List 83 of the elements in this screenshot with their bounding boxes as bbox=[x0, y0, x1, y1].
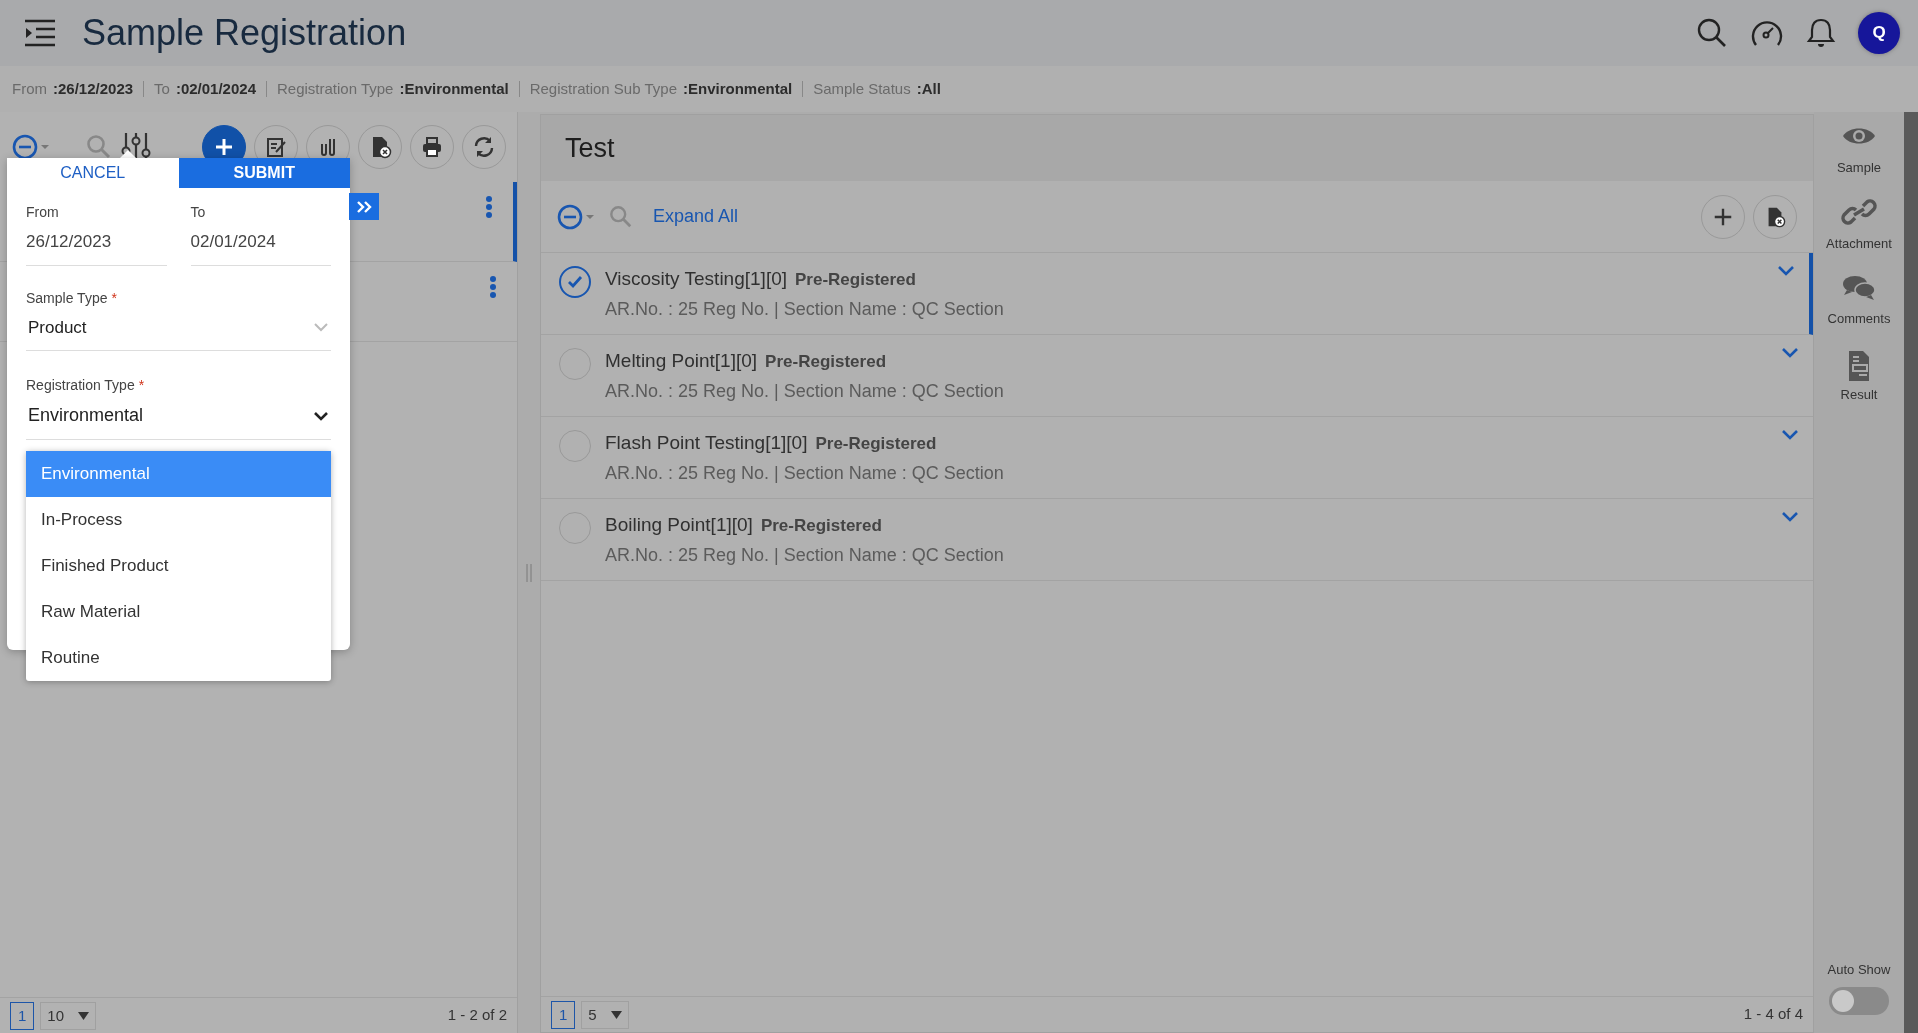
sidebar-item[interactable]: Comments bbox=[1827, 273, 1891, 329]
date-field[interactable]: 02/01/2024 bbox=[190, 223, 331, 266]
page-number[interactable]: 1 bbox=[10, 1001, 35, 1030]
kebab-menu-icon[interactable] bbox=[489, 276, 497, 298]
test-status: Pre-Registered bbox=[815, 433, 937, 455]
test-row[interactable]: Flash Point Testing[1][0] Pre-Registered AR.No. : 25 Reg No. | Section Name : QC Section bbox=[541, 417, 1813, 499]
date-field[interactable]: 26/12/2023 bbox=[26, 223, 167, 266]
search-icon[interactable] bbox=[86, 134, 112, 160]
expand-panel-button[interactable] bbox=[349, 193, 379, 220]
sidebar-item[interactable]: Attachment bbox=[1826, 197, 1892, 253]
page-number[interactable]: 1 bbox=[551, 1000, 576, 1029]
test-details: AR.No. : 25 Reg No. | Section Name : QC Section bbox=[605, 543, 1005, 567]
filter-label: Registration Sub Type bbox=[529, 78, 677, 99]
expand-all-link[interactable]: Expand All bbox=[653, 203, 739, 230]
scrollbar[interactable] bbox=[1904, 112, 1918, 1033]
filter-value: :Environmental bbox=[682, 78, 793, 99]
kebab-menu-icon[interactable] bbox=[485, 196, 493, 218]
submit-button[interactable]: SUBMIT bbox=[178, 158, 350, 188]
page-size-value: 10 bbox=[47, 1005, 65, 1026]
test-details: AR.No. : 25 Reg No. | Section Name : QC Section bbox=[605, 461, 1005, 485]
select-field[interactable]: Environmental bbox=[26, 396, 331, 440]
search-icon[interactable] bbox=[1696, 17, 1728, 49]
cancel-button[interactable]: CANCEL bbox=[7, 158, 179, 188]
field-label: To bbox=[190, 203, 207, 222]
field-label: Registration Type * bbox=[26, 376, 146, 395]
chevron-down-icon[interactable] bbox=[1781, 347, 1799, 359]
field-label: Sample Type * bbox=[26, 288, 118, 308]
chevron-down-icon bbox=[313, 322, 329, 333]
dropdown-option[interactable]: In-Process bbox=[26, 497, 331, 543]
resize-handle-icon[interactable] bbox=[526, 563, 532, 582]
field-label: From bbox=[26, 203, 60, 222]
page-size-value: 5 bbox=[588, 1004, 597, 1025]
user-avatar[interactable]: Q bbox=[1858, 12, 1900, 54]
check-icon bbox=[567, 275, 583, 289]
select-field[interactable]: Product bbox=[26, 308, 331, 351]
chevron-down-icon[interactable] bbox=[1777, 265, 1795, 277]
sidebar-item[interactable]: Sample bbox=[1836, 122, 1882, 178]
test-details: AR.No. : 25 Reg No. | Section Name : QC Section bbox=[605, 297, 1005, 321]
collapse-icon[interactable] bbox=[557, 202, 595, 231]
test-name: Viscosity Testing[1][0] bbox=[605, 267, 787, 291]
print-icon bbox=[420, 135, 444, 159]
dropdown-option[interactable]: Finished Product bbox=[26, 543, 331, 589]
test-status: Pre-Registered bbox=[795, 269, 916, 291]
test-details: AR.No. : 25 Reg No. | Section Name : QC Section bbox=[605, 379, 1005, 403]
dropdown-option[interactable]: Environmental bbox=[26, 451, 331, 497]
page-range: 1 - 2 of 2 bbox=[447, 1005, 507, 1026]
test-row[interactable]: Melting Point[1][0] Pre-Registered AR.No. : 25 Reg No. | Section Name : QC Section bbox=[541, 335, 1813, 417]
bell-icon[interactable] bbox=[1806, 17, 1836, 49]
test-status: Pre-Registered bbox=[760, 515, 882, 537]
filter-label: From bbox=[12, 78, 47, 99]
collapse-icon[interactable] bbox=[12, 133, 50, 161]
page-range: 1 - 4 of 4 bbox=[1743, 1004, 1803, 1025]
auto-show-toggle[interactable] bbox=[1829, 987, 1889, 1015]
speedometer-icon[interactable] bbox=[1750, 18, 1784, 48]
chevron-down-icon[interactable] bbox=[1781, 429, 1799, 441]
filter-value: :All bbox=[916, 78, 941, 99]
page-title: Sample Registration bbox=[82, 11, 407, 55]
dropdown-option[interactable]: Routine bbox=[26, 635, 331, 681]
page-size-select[interactable]: 5 bbox=[581, 1000, 629, 1029]
test-name: Melting Point[1][0] bbox=[605, 349, 758, 373]
double-chevron-icon bbox=[356, 199, 372, 214]
panel-title: Test bbox=[541, 115, 1813, 181]
sidebar-item[interactable]: Result bbox=[1840, 348, 1878, 404]
chevron-down-icon[interactable] bbox=[1781, 511, 1799, 523]
filter-label: Sample Status bbox=[813, 78, 911, 99]
auto-show-label: Auto Show bbox=[1827, 960, 1891, 979]
filter-value: :26/12/2023 bbox=[53, 78, 134, 99]
dropdown-option[interactable]: Raw Material bbox=[26, 589, 331, 635]
test-name: Boiling Point[1][0] bbox=[605, 513, 753, 537]
menu-icon[interactable] bbox=[24, 19, 56, 47]
refresh-icon bbox=[472, 135, 496, 159]
test-row[interactable]: Boiling Point[1][0] Pre-Registered AR.No. : 25 Reg No. | Section Name : QC Section bbox=[541, 499, 1813, 581]
test-name: Flash Point Testing[1][0] bbox=[605, 431, 808, 455]
test-checkbox[interactable] bbox=[559, 266, 591, 298]
filter-value: :02/01/2024 bbox=[175, 78, 256, 99]
filter-label: Registration Type bbox=[277, 78, 394, 99]
page-size-select[interactable]: 10 bbox=[40, 1001, 97, 1030]
edit-icon bbox=[264, 135, 288, 159]
caret-icon bbox=[610, 1010, 622, 1019]
filter-value: :Environmental bbox=[399, 78, 509, 99]
filter-label: To bbox=[154, 78, 170, 99]
caret-icon bbox=[78, 1011, 90, 1020]
test-status: Pre-Registered bbox=[765, 351, 887, 373]
